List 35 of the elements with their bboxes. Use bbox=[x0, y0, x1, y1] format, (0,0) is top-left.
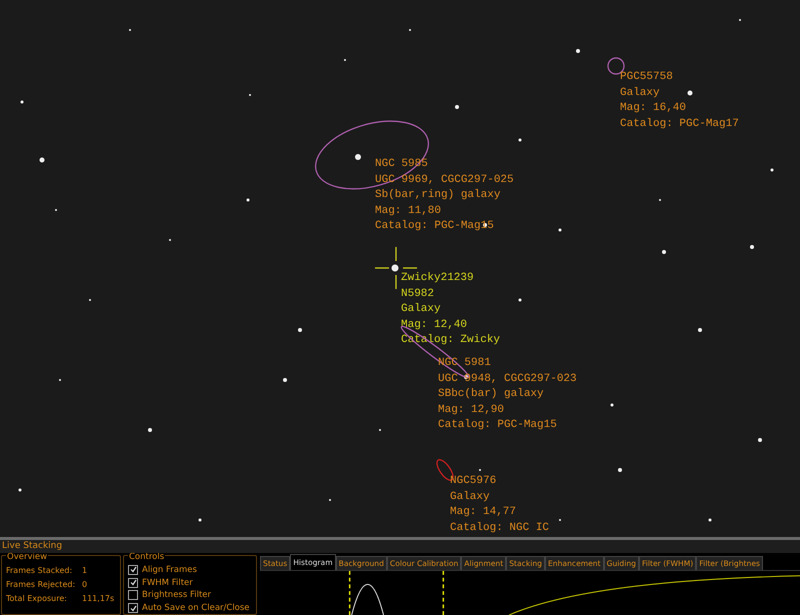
stat-value: 1 bbox=[82, 565, 88, 577]
object-label: UGC 9969, CGCG297-025 bbox=[375, 172, 514, 188]
checkbox-label: Auto Save on Clear/Close bbox=[142, 603, 250, 614]
checkbox-label: Brightness Filter bbox=[142, 590, 212, 600]
object-label: Galaxy bbox=[401, 302, 442, 317]
stat-value: 0 bbox=[82, 579, 88, 591]
stat-label: Frames Rejected: bbox=[6, 579, 76, 591]
object-label: Mag: 14,77 bbox=[450, 505, 518, 520]
stat-value: 111,17s bbox=[82, 593, 114, 605]
object-label: Galaxy bbox=[620, 86, 661, 100]
object-label: UGC 9948, CGCG297-023 bbox=[438, 372, 577, 386]
panel-title: Live Stacking bbox=[0, 540, 800, 553]
checkbox-label: FWHM Filter bbox=[142, 578, 193, 588]
checkbox-label: Align Frames bbox=[142, 564, 197, 575]
object-label: Catalog: PGC-Mag15 bbox=[375, 219, 495, 234]
object-label: Galaxy bbox=[450, 490, 491, 504]
checkbox[interactable] bbox=[128, 590, 138, 600]
object-label: N5982 bbox=[401, 286, 436, 302]
object-label: Mag: 16,40 bbox=[620, 101, 688, 116]
object-label: SBbc(bar) galaxy bbox=[438, 387, 545, 402]
stat-label: Total Exposure: bbox=[6, 593, 68, 605]
checkbox[interactable] bbox=[128, 564, 138, 575]
object-label: Zwicky21239 bbox=[401, 271, 475, 286]
checkbox[interactable] bbox=[128, 603, 138, 614]
stat-label: Frames Stacked: bbox=[6, 565, 74, 577]
object-label: Mag: 12,90 bbox=[438, 402, 506, 418]
object-label: PGC55758 bbox=[620, 70, 674, 85]
checkbox[interactable] bbox=[128, 578, 138, 588]
object-label: Catalog: PGC-Mag17 bbox=[620, 116, 739, 132]
object-label: Mag: 12,40 bbox=[401, 318, 468, 332]
object-label: Catalog: NGC IC bbox=[450, 520, 550, 536]
object-label: Sb(bar,ring) galaxy bbox=[375, 188, 502, 203]
object-label: NGC5976 bbox=[450, 474, 498, 489]
object-label: Catalog: PGC-Mag15 bbox=[438, 418, 558, 433]
object-label: Mag: 11,80 bbox=[375, 204, 442, 218]
